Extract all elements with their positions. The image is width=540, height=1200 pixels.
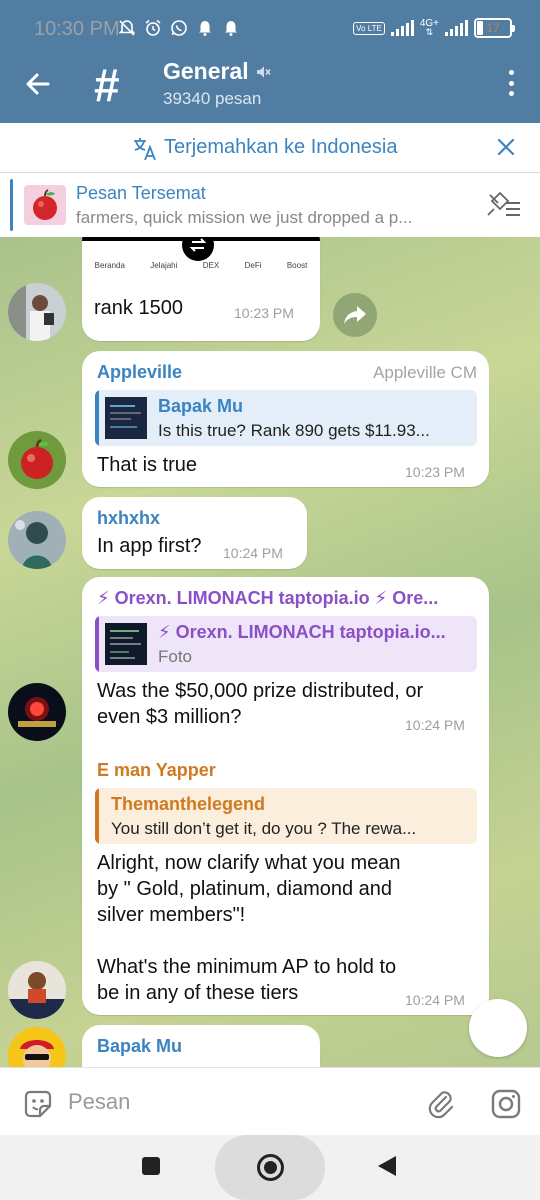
message-time: 10:24 PM bbox=[405, 717, 465, 733]
swap-icon bbox=[182, 237, 214, 261]
reply-quote[interactable]: Themanthelegend You still don’t get it, … bbox=[95, 788, 477, 844]
sender-name[interactable]: Bapak Mu bbox=[97, 1036, 182, 1057]
message-time: 10:23 PM bbox=[234, 305, 294, 321]
avatar[interactable] bbox=[8, 961, 66, 1019]
pinned-indicator bbox=[10, 179, 13, 231]
translate-icon bbox=[132, 136, 158, 162]
camera-icon[interactable] bbox=[490, 1088, 522, 1120]
chat-area[interactable]: Beranda Jelajahi DEX DeFi Boost rank 150… bbox=[0, 237, 540, 1067]
back-button[interactable] bbox=[378, 1156, 396, 1176]
message-input-bar bbox=[0, 1067, 540, 1135]
message-bubble[interactable]: Appleville Appleville CM Bapak Mu Is thi… bbox=[82, 351, 489, 487]
avatar[interactable] bbox=[8, 431, 66, 489]
message-text: In app first? bbox=[97, 535, 202, 557]
pinned-thumbnail bbox=[24, 185, 66, 225]
chat-header: # General 39340 pesan bbox=[0, 58, 540, 123]
more-options-icon[interactable] bbox=[508, 70, 514, 96]
message-text-line: by " Gold, platinum, diamond and bbox=[97, 878, 393, 900]
avatar[interactable] bbox=[8, 1027, 66, 1067]
status-icons bbox=[118, 19, 240, 37]
message-text-line: Was the $50,000 prize distributed, or bbox=[97, 680, 424, 702]
avatar[interactable] bbox=[8, 283, 66, 341]
silent-icon bbox=[118, 19, 136, 37]
message-text-line: Alright, now clarify what you mean bbox=[97, 852, 401, 874]
translate-label[interactable]: Terjemahkan ke Indonesia bbox=[164, 136, 397, 159]
quote-author: Bapak Mu bbox=[158, 396, 244, 416]
translate-bar: Terjemahkan ke Indonesia bbox=[0, 123, 540, 173]
pinned-title: Pesan Tersemat bbox=[76, 183, 206, 203]
photo-tab-label: Jelajahi bbox=[150, 261, 178, 270]
network-indicator: 4G+ ⇅ bbox=[420, 19, 439, 37]
reply-quote[interactable]: Bapak Mu Is this true? Rank 890 gets $11… bbox=[95, 390, 477, 446]
close-icon[interactable] bbox=[496, 137, 516, 157]
sender-name[interactable]: E man Yapper bbox=[97, 760, 216, 781]
quote-text: You still don’t get it, do you ? The rew… bbox=[111, 819, 417, 838]
message-time: 10:24 PM bbox=[223, 545, 283, 561]
battery-level: 17 bbox=[486, 21, 500, 35]
message-bubble[interactable]: Bapak Mu bbox=[82, 1025, 320, 1067]
battery-icon: 17 bbox=[474, 18, 515, 38]
chat-title[interactable]: General bbox=[163, 58, 249, 85]
quote-thumbnail bbox=[105, 623, 147, 665]
message-text-line: even $3 million? bbox=[97, 706, 242, 728]
recents-button[interactable] bbox=[142, 1157, 160, 1175]
scroll-down-button[interactable] bbox=[469, 999, 527, 1057]
sender-name[interactable]: Appleville bbox=[97, 362, 182, 383]
signal-icon bbox=[390, 20, 414, 36]
back-arrow-icon[interactable] bbox=[22, 68, 54, 100]
alarm-icon bbox=[144, 19, 162, 37]
channel-hash-icon: # bbox=[94, 59, 120, 111]
message-input[interactable] bbox=[68, 1084, 398, 1120]
status-time: 10:30 PM bbox=[34, 18, 120, 40]
pinned-list-icon[interactable] bbox=[486, 191, 522, 219]
message-count: 39340 pesan bbox=[163, 89, 262, 108]
notification-bell-icon-2 bbox=[222, 19, 240, 37]
quote-thumbnail bbox=[105, 397, 147, 439]
quote-author: ⚡ Orexn. LIMONACH taptopia.io... bbox=[158, 622, 446, 642]
pinned-text: farmers, quick mission we just dropped a… bbox=[76, 208, 413, 227]
message-text: rank 1500 bbox=[94, 297, 183, 319]
message-bubble[interactable]: E man Yapper Themanthelegend You still d… bbox=[82, 749, 489, 1015]
attachment-paperclip-icon[interactable] bbox=[426, 1088, 456, 1120]
signal-icon-2 bbox=[445, 20, 468, 36]
photo-tab-label: DEX bbox=[202, 261, 220, 270]
photo-tab-label: Beranda bbox=[94, 261, 125, 270]
sender-name[interactable]: ⚡ Orexn. LIMONACH taptopia.io ⚡ Ore... bbox=[97, 588, 477, 609]
muted-speaker-icon bbox=[254, 63, 272, 81]
message-text-line: What's the minimum AP to hold to bbox=[97, 956, 397, 978]
message-text-line: silver members"! bbox=[97, 904, 246, 926]
pinned-message-bar[interactable]: Pesan Tersemat farmers, quick mission we… bbox=[0, 173, 540, 237]
photo-preview[interactable]: Beranda Jelajahi DEX DeFi Boost bbox=[82, 237, 320, 281]
reply-quote[interactable]: ⚡ Orexn. LIMONACH taptopia.io... Foto bbox=[95, 616, 477, 672]
avatar[interactable] bbox=[8, 683, 66, 741]
quote-author: Themanthelegend bbox=[111, 794, 266, 814]
system-nav-bar bbox=[0, 1135, 540, 1200]
avatar[interactable] bbox=[8, 511, 66, 569]
emoji-sticker-icon[interactable] bbox=[22, 1088, 54, 1120]
sender-role: Appleville CM bbox=[373, 363, 477, 382]
photo-tab-label: DeFi bbox=[244, 261, 262, 270]
message-text: That is true bbox=[97, 454, 198, 476]
whatsapp-icon bbox=[170, 19, 188, 37]
message-text-line: be in any of these tiers bbox=[97, 982, 299, 1004]
home-button[interactable] bbox=[215, 1135, 325, 1200]
quote-text: Foto bbox=[158, 647, 193, 666]
forward-share-button[interactable] bbox=[333, 293, 377, 337]
notification-bell-icon bbox=[196, 19, 214, 37]
message-time: 10:24 PM bbox=[405, 992, 465, 1008]
sender-name[interactable]: hxhxhx bbox=[97, 508, 160, 529]
message-bubble[interactable]: Beranda Jelajahi DEX DeFi Boost rank 150… bbox=[82, 237, 320, 341]
message-bubble[interactable]: hxhxhx In app first? 10:24 PM bbox=[82, 497, 307, 569]
quote-text: Is this true? Rank 890 gets $11.93... bbox=[158, 421, 430, 440]
volte-badge: Vo LTE bbox=[353, 21, 385, 35]
message-time: 10:23 PM bbox=[405, 464, 465, 480]
status-right: Vo LTE 4G+ ⇅ 17 bbox=[353, 18, 515, 38]
photo-tab-label: Boost bbox=[286, 261, 308, 270]
status-bar: 10:30 PM Vo LTE 4G+ ⇅ 17 bbox=[0, 0, 540, 58]
share-arrow-icon bbox=[344, 306, 366, 324]
data-arrows-icon: ⇅ bbox=[425, 27, 434, 37]
